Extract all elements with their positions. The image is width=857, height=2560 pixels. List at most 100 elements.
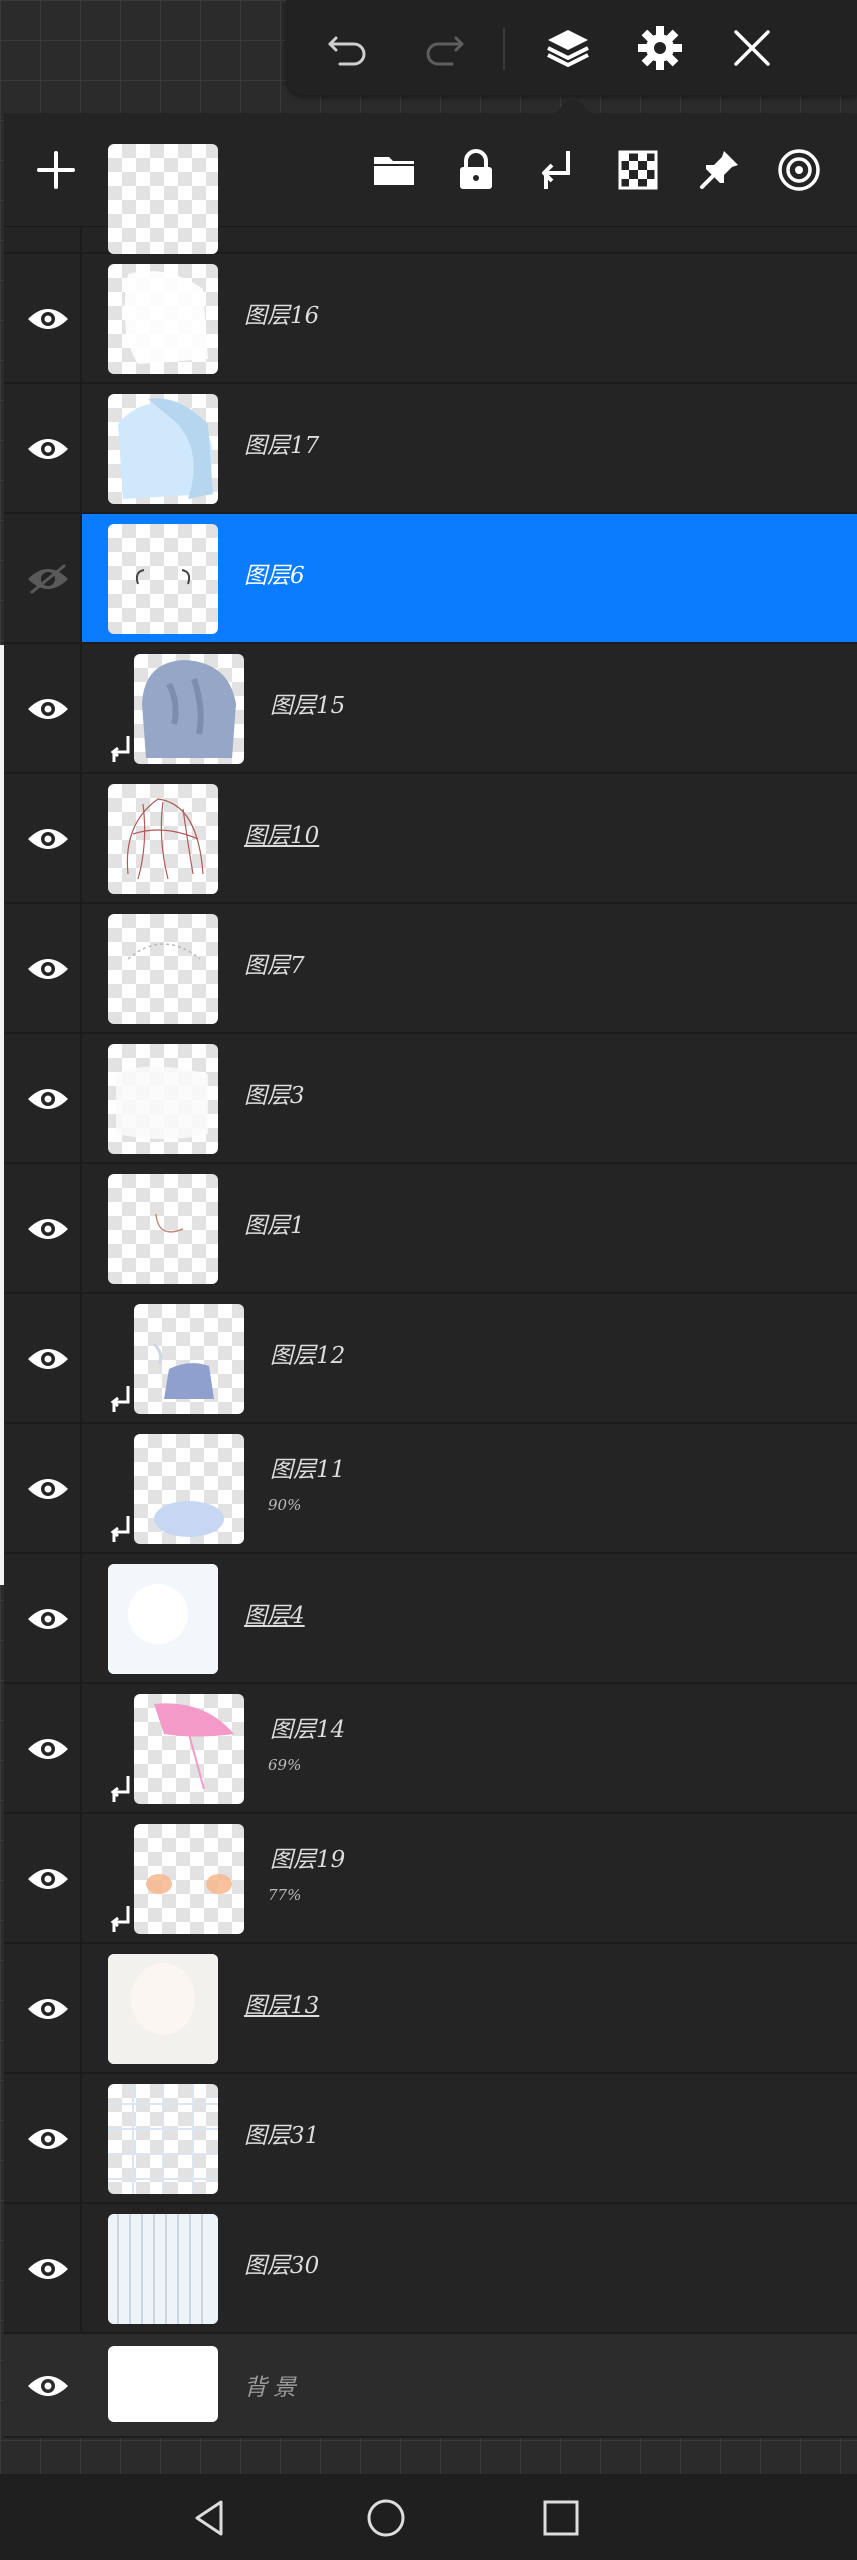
layer-row[interactable]: 图层3 <box>4 1034 857 1164</box>
layer-thumbnail <box>134 1304 244 1414</box>
visibility-toggle[interactable] <box>24 2366 72 2406</box>
layers-panel: 图层16 图层17 图层6 图层15 图层10 图层7 图层3 图层1 图层12… <box>4 113 857 2438</box>
redo-button[interactable] <box>414 18 474 78</box>
eye-icon <box>28 2259 68 2279</box>
clip-arrow-icon <box>542 151 570 189</box>
layer-row[interactable]: 图层13 <box>4 1944 857 2074</box>
close-button[interactable] <box>722 18 782 78</box>
layer-name: 图层10 <box>244 823 320 849</box>
gear-icon <box>638 26 682 70</box>
layer-row[interactable]: 图层17 <box>4 384 857 514</box>
undo-button[interactable] <box>318 18 378 78</box>
layers-icon <box>547 30 589 67</box>
layer-thumbnail <box>108 2214 218 2324</box>
eye-icon <box>28 1999 68 2019</box>
layer-row-selected[interactable]: 图层6 <box>4 514 857 644</box>
layer-row-partial[interactable] <box>4 144 857 254</box>
visibility-toggle[interactable] <box>24 819 72 859</box>
visibility-toggle[interactable] <box>24 689 72 729</box>
visibility-toggle[interactable] <box>24 949 72 989</box>
blend-mode-icon <box>778 149 820 191</box>
visibility-toggle[interactable] <box>24 1599 72 1639</box>
layer-row[interactable]: 图层19 77% <box>4 1814 857 1944</box>
layer-thumbnail <box>108 1954 218 2064</box>
layer-thumbnail <box>108 144 218 254</box>
layer-name: 图层7 <box>244 953 305 979</box>
layer-row[interactable]: 图层12 <box>4 1294 857 1424</box>
lock-layer-button[interactable] <box>444 138 508 202</box>
layers-button[interactable] <box>538 18 598 78</box>
clip-arrow-icon <box>110 1776 130 1802</box>
visibility-toggle[interactable] <box>24 2119 72 2159</box>
visibility-toggle[interactable] <box>24 1469 72 1509</box>
visibility-toggle[interactable] <box>24 1079 72 1119</box>
visibility-toggle[interactable] <box>24 429 72 469</box>
clip-arrow-icon <box>110 1516 130 1542</box>
layer-thumbnail <box>134 654 244 764</box>
add-layer-button[interactable] <box>24 138 88 202</box>
recents-icon <box>543 2500 579 2536</box>
visibility-toggle[interactable] <box>24 1989 72 2029</box>
layer-opacity: 69% <box>268 1756 302 1774</box>
top-toolbar <box>286 0 857 95</box>
transparency-lock-button[interactable] <box>606 138 670 202</box>
layer-row[interactable]: 图层15 <box>4 644 857 774</box>
panel-pointer <box>555 95 591 113</box>
visibility-toggle[interactable] <box>24 299 72 339</box>
layer-name: 图层12 <box>270 1343 346 1369</box>
visibility-toggle[interactable] <box>24 559 72 599</box>
layer-name: 图层4 <box>244 1603 305 1629</box>
pin-layer-button[interactable] <box>687 138 751 202</box>
eye-icon <box>28 1739 68 1759</box>
layer-name: 图层3 <box>244 1083 305 1109</box>
eye-icon <box>28 1219 68 1239</box>
settings-button[interactable] <box>630 18 690 78</box>
layer-thumbnail <box>134 1824 244 1934</box>
layer-opacity: 77% <box>268 1886 302 1904</box>
visibility-toggle[interactable] <box>24 2249 72 2289</box>
layer-row[interactable]: 图层1 <box>4 1164 857 1294</box>
eye-icon <box>28 1479 68 1499</box>
toolbar-divider <box>503 28 505 70</box>
layer-opacity: 90% <box>268 1496 302 1514</box>
layer-name: 图层6 <box>244 563 305 589</box>
layer-row[interactable]: 图层31 <box>4 2074 857 2204</box>
eye-icon <box>28 309 68 329</box>
eye-icon <box>28 829 68 849</box>
eye-hidden-icon <box>28 564 68 594</box>
clipping-indicator <box>108 1774 132 1804</box>
eye-icon <box>28 1609 68 1629</box>
visibility-toggle[interactable] <box>24 1859 72 1899</box>
clip-arrow-icon <box>110 1386 130 1412</box>
layer-row[interactable]: 图层7 <box>4 904 857 1034</box>
plus-icon <box>37 151 75 189</box>
visibility-toggle[interactable] <box>24 1729 72 1769</box>
clip-arrow-icon <box>110 1906 130 1932</box>
eye-icon <box>28 2129 68 2149</box>
layer-row-background[interactable]: 背景 <box>4 2334 857 2438</box>
eye-icon <box>28 2376 68 2396</box>
visibility-toggle[interactable] <box>24 1209 72 1249</box>
recents-button[interactable] <box>535 2492 587 2544</box>
layer-name: 图层16 <box>244 303 320 329</box>
back-icon <box>195 2500 223 2536</box>
system-navigation-bar <box>0 2474 857 2560</box>
back-button[interactable] <box>185 2492 237 2544</box>
layer-row[interactable]: 图层10 <box>4 774 857 904</box>
home-button[interactable] <box>360 2492 412 2544</box>
layer-row[interactable]: 图层14 69% <box>4 1684 857 1814</box>
home-icon <box>367 2499 405 2537</box>
blend-mode-button[interactable] <box>767 138 831 202</box>
layer-name: 图层19 <box>270 1847 346 1873</box>
clip-arrow-icon <box>110 736 130 762</box>
visibility-toggle[interactable] <box>24 1339 72 1379</box>
layer-row[interactable]: 图层4 <box>4 1554 857 1684</box>
layer-row[interactable]: 图层30 <box>4 2204 857 2334</box>
layer-thumbnail <box>108 914 218 1024</box>
layer-name: 图层17 <box>244 433 320 459</box>
clipping-mask-button[interactable] <box>525 138 589 202</box>
close-icon <box>734 30 770 66</box>
layer-row[interactable]: 图层16 <box>4 254 857 384</box>
layer-row[interactable]: 图层11 90% <box>4 1424 857 1554</box>
layer-group-button[interactable] <box>362 138 426 202</box>
